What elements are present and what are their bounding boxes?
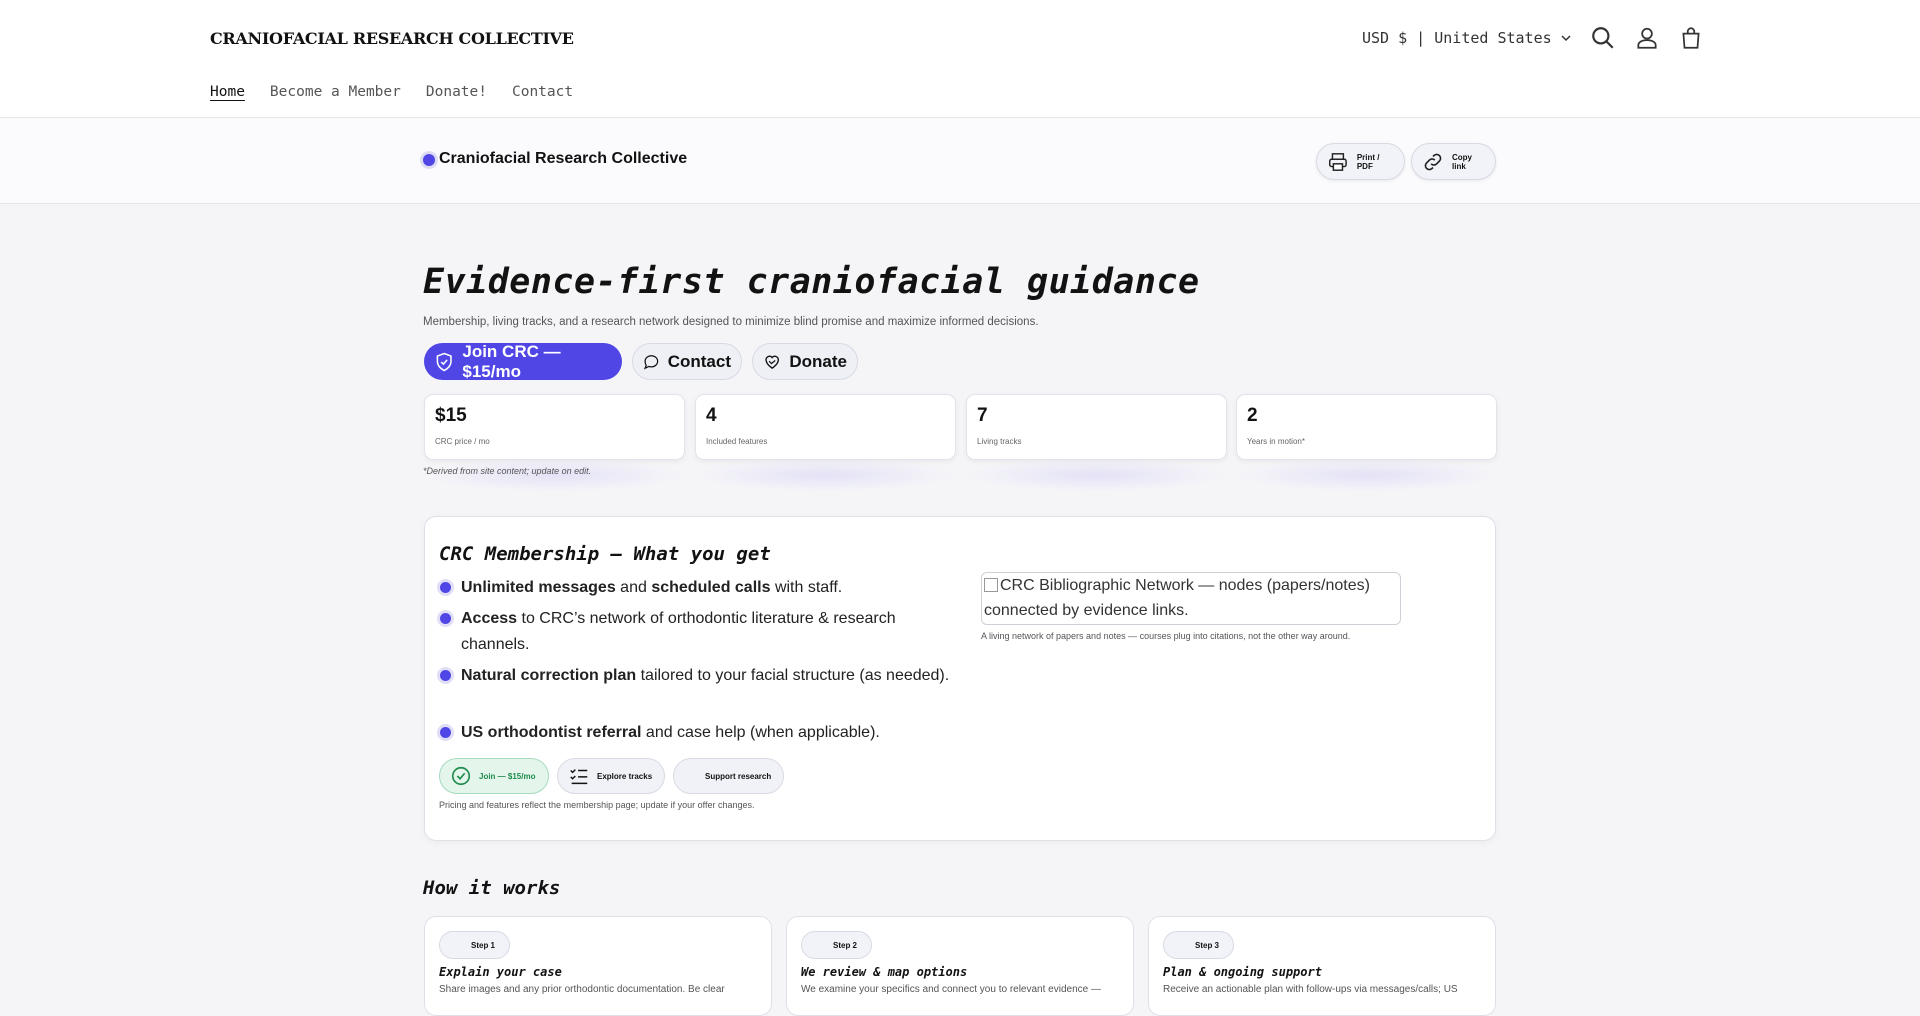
image-alt-text: CRC Bibliographic Network — nodes (paper…: [984, 577, 1370, 619]
step-badge: Step 2: [801, 931, 873, 959]
printer-icon: [1329, 152, 1347, 171]
broken-image-icon: [984, 578, 998, 592]
stat-label: CRC price / mo: [435, 437, 490, 446]
network-image: CRC Bibliographic Network — nodes (paper…: [981, 572, 1401, 625]
hero-subtitle: Membership, living tracks, and a researc…: [423, 316, 1039, 328]
shield-check-icon: [436, 352, 452, 371]
account-icon[interactable]: [1634, 25, 1660, 51]
chat-bubble-icon: [643, 354, 659, 370]
sub-toolbar-title: Craniofacial Research Collective: [439, 150, 688, 167]
brand-dot: [423, 154, 435, 166]
support-research-label: Support research: [705, 771, 772, 781]
currency-label: USD $ | United States: [1362, 29, 1552, 47]
step-card: Step 2 We review & map options We examin…: [786, 916, 1134, 1016]
stat-card-features: 4 Included features: [695, 394, 956, 460]
stat-value: $15: [435, 405, 467, 426]
check-circle-icon: [451, 766, 471, 786]
explore-tracks-button[interactable]: Explore tracks: [557, 758, 665, 794]
step-text: Receive an actionable plan with follow-u…: [1163, 984, 1458, 995]
hero-title: Evidence-first craniofacial guidance: [423, 262, 1200, 302]
join-button[interactable]: Join — $15/mo: [439, 758, 549, 794]
brand-logo[interactable]: CRANIOFACIAL RESEARCH COLLECTIVE: [210, 29, 574, 48]
support-research-button[interactable]: Support research: [673, 758, 784, 794]
contact-label: Contact: [667, 351, 731, 371]
checklist-icon: [570, 769, 588, 785]
link-icon: [1424, 153, 1442, 170]
step-card: Step 1 Explain your case Share images an…: [424, 916, 772, 1016]
bullet-dot: [440, 670, 451, 681]
currency-selector[interactable]: USD $ | United States: [1362, 29, 1572, 47]
image-caption: A living network of papers and notes — c…: [981, 631, 1351, 641]
feature-item: Natural correction plan tailored to your…: [461, 667, 950, 684]
step-text: Share images and any prior orthodontic d…: [439, 984, 725, 995]
join-crc-label: Join CRC — $15/mo: [462, 341, 561, 381]
how-it-works-title: How it works: [423, 877, 561, 899]
main-nav: Home Become a Member Donate! Contact: [210, 84, 573, 100]
bullet-dot: [440, 582, 451, 593]
chevron-down-icon: [1561, 35, 1571, 42]
stat-card-tracks: 7 Living tracks: [966, 394, 1227, 460]
heart-hand-icon: [765, 355, 780, 369]
stat-label: Years in motion*: [1247, 437, 1305, 446]
join-crc-button[interactable]: Join CRC — $15/mo: [424, 341, 622, 381]
nav-donate[interactable]: Donate!: [426, 84, 487, 100]
step-card: Step 3 Plan & ongoing support Receive an…: [1148, 916, 1496, 1016]
stat-label: Included features: [706, 437, 768, 446]
step-badge: Step 1: [439, 931, 511, 959]
step-text: We examine your specifics and connect yo…: [801, 984, 1101, 995]
feature-item: Access to CRC’s network of orthodontic l…: [461, 610, 896, 653]
donate-label: Donate: [789, 351, 847, 371]
copy-link-label: Copy link: [1452, 152, 1472, 171]
copy-link-button[interactable]: Copy link: [1411, 143, 1496, 180]
join-label: Join — $15/mo: [479, 771, 536, 781]
membership-note: Pricing and features reflect the members…: [439, 800, 755, 810]
explore-tracks-label: Explore tracks: [597, 771, 653, 781]
sub-toolbar: [0, 118, 1920, 204]
stat-value: 2: [1247, 405, 1258, 426]
stats-footnote: *Derived from site content; update on ed…: [423, 466, 592, 476]
step-title: Explain your case: [439, 965, 562, 979]
feature-item: US orthodontist referral and case help (…: [461, 724, 880, 741]
print-pdf-label: Print / PDF: [1356, 152, 1380, 171]
stat-card-years: 2 Years in motion*: [1236, 394, 1497, 460]
bullet-dot: [440, 613, 451, 624]
contact-button[interactable]: Contact: [632, 343, 742, 380]
cart-icon[interactable]: [1678, 25, 1704, 51]
site-header: CRANIOFACIAL RESEARCH COLLECTIVE USD $ |…: [0, 0, 1920, 118]
search-icon[interactable]: [1590, 25, 1616, 51]
print-pdf-button[interactable]: Print / PDF: [1316, 143, 1405, 180]
feature-item: Unlimited messages and scheduled calls w…: [461, 579, 843, 596]
stat-card-price: $15 CRC price / mo: [424, 394, 685, 460]
nav-home[interactable]: Home: [210, 84, 245, 100]
step-title: Plan & ongoing support: [1163, 965, 1322, 979]
nav-become-member[interactable]: Become a Member: [270, 84, 401, 100]
step-title: We review & map options: [801, 965, 968, 979]
bullet-dot: [440, 727, 451, 738]
donate-button[interactable]: Donate: [752, 343, 858, 380]
step-badge: Step 3: [1163, 931, 1235, 959]
membership-title: CRC Membership — What you get: [439, 543, 771, 565]
stat-value: 7: [977, 405, 988, 426]
nav-contact[interactable]: Contact: [512, 84, 573, 100]
stat-label: Living tracks: [977, 437, 1022, 446]
stat-value: 4: [706, 405, 717, 426]
